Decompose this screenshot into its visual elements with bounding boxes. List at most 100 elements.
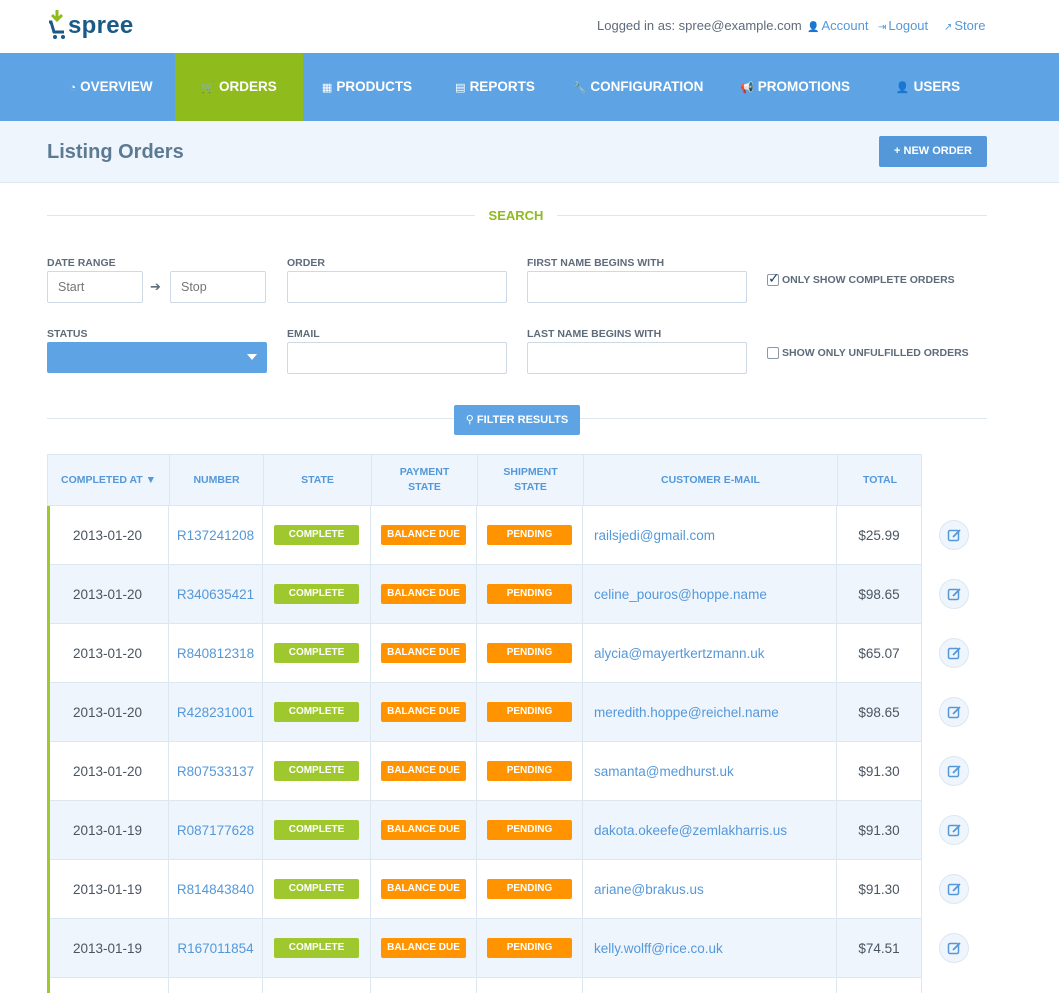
- nav-products[interactable]: ▦ Products: [303, 53, 431, 121]
- date-stop-input[interactable]: [170, 271, 266, 303]
- nav-orders-label: Orders: [218, 79, 277, 94]
- order-number-link[interactable]: R814843840: [177, 882, 254, 897]
- customer-email-link[interactable]: meredith.hoppe@reichel.name: [594, 705, 779, 720]
- shipment-state-badge: Pending: [487, 702, 572, 722]
- customer-email-link[interactable]: railsjedi@gmail.com: [594, 528, 715, 543]
- customer-email-link[interactable]: ariane@brakus.us: [594, 882, 704, 897]
- nav-overview[interactable]: ◔ Overview: [47, 53, 175, 121]
- col-shipment-state[interactable]: Shipment State: [478, 455, 584, 505]
- customer-email-link[interactable]: alycia@mayertkertzmann.uk: [594, 646, 765, 661]
- customer-email-link[interactable]: celine_pouros@hoppe.name: [594, 587, 767, 602]
- account-link-label: Account: [821, 18, 869, 33]
- customer-email-cell: kelly.wolff@rice.co.uk: [583, 919, 837, 977]
- total-value: $91.30: [858, 763, 900, 779]
- shipment-state-badge: Pending: [487, 584, 572, 604]
- col-completed-at[interactable]: Completed At ▼: [48, 455, 170, 505]
- email-input[interactable]: [287, 342, 507, 374]
- shipment-state-cell: Pending: [477, 801, 583, 859]
- customer-email-link[interactable]: dakota.okeefe@zemlakharris.us: [594, 823, 787, 838]
- last-name-input[interactable]: [527, 342, 747, 374]
- nav-promotions-label: Promotions: [757, 79, 850, 94]
- completed-at-value: 2013-01-20: [72, 586, 143, 602]
- only-complete-checkbox[interactable]: ✓: [767, 270, 780, 286]
- order-number-cell: R428231001: [169, 683, 263, 741]
- table-header: Completed At ▼ Number State Payment State…: [47, 454, 922, 506]
- dashboard-icon: ◔: [69, 82, 77, 94]
- total-value: $98.65: [858, 704, 900, 720]
- order-number-link[interactable]: R167011854: [177, 941, 253, 956]
- nav-reports-label: Reports: [469, 79, 535, 94]
- nav-overview-label: Overview: [80, 79, 153, 94]
- new-order-button[interactable]: + New Order: [879, 136, 987, 167]
- status-select[interactable]: [47, 342, 267, 373]
- logout-link[interactable]: ⇥ Logout: [878, 18, 928, 33]
- completed-at-value: 2013-01-19: [72, 822, 143, 838]
- edit-icon: [947, 588, 961, 601]
- only-complete-label: Only Show Complete Orders: [782, 274, 955, 286]
- col-number[interactable]: Number: [170, 455, 264, 505]
- customer-email-cell: [583, 978, 837, 993]
- edit-order-button[interactable]: [939, 697, 969, 727]
- external-link-icon: ↗: [944, 22, 953, 33]
- edit-order-button[interactable]: [939, 874, 969, 904]
- col-total-label: Total: [862, 473, 898, 486]
- only-unfulfilled-checkbox[interactable]: [767, 347, 779, 359]
- completed-at-value: 2013-01-20: [72, 645, 143, 661]
- edit-order-button[interactable]: [939, 579, 969, 609]
- nav-reports[interactable]: ▤ Reports: [431, 53, 559, 121]
- table-row: 2013-01-19 R087177628 Complete Balance Due P…: [47, 801, 922, 860]
- store-link[interactable]: ↗ Store: [944, 18, 985, 33]
- date-start-input[interactable]: [47, 271, 143, 303]
- shipment-state-badge: Pending: [487, 761, 572, 781]
- edit-order-button[interactable]: [939, 520, 969, 550]
- nav-configuration-label: Configuration: [590, 79, 704, 94]
- col-customer-email[interactable]: Customer E-Mail: [584, 455, 838, 505]
- nav-orders[interactable]: 🛒 Orders: [175, 53, 303, 129]
- col-payment-state[interactable]: Payment State: [372, 455, 478, 505]
- edit-order-button[interactable]: [939, 933, 969, 963]
- nav-users[interactable]: 👤 Users: [873, 53, 983, 121]
- order-number-link[interactable]: R840812318: [177, 646, 254, 661]
- grid-icon: ▦: [321, 82, 333, 94]
- spree-logo[interactable]: spree: [48, 8, 138, 44]
- order-input[interactable]: [287, 271, 507, 303]
- order-number-link[interactable]: R340635421: [177, 587, 254, 602]
- completed-at-cell: 2013-01-20: [47, 624, 169, 682]
- shipment-state-cell: Pending: [477, 742, 583, 800]
- order-number-link[interactable]: R807533137: [177, 764, 254, 779]
- edit-order-button[interactable]: [939, 756, 969, 786]
- divider: [580, 418, 987, 419]
- account-link[interactable]: 👤 Account: [807, 18, 868, 33]
- order-number-link[interactable]: R428231001: [177, 705, 254, 720]
- total-cell: $91.30: [837, 801, 921, 859]
- col-number-label: Number: [193, 473, 240, 486]
- shipment-state-cell: Pending: [477, 919, 583, 977]
- customer-email-link[interactable]: kelly.wolff@rice.co.uk: [594, 941, 723, 956]
- first-name-label: First Name Begins With: [527, 257, 665, 269]
- order-number-cell: R814843840: [169, 860, 263, 918]
- order-number-link[interactable]: R137241208: [177, 528, 254, 543]
- completed-at-value: 2013-01-19: [72, 940, 143, 956]
- shipment-state-badge: Pending: [487, 643, 572, 663]
- order-number-cell: R807533137: [169, 742, 263, 800]
- nav-configuration[interactable]: 🔧 Configuration: [559, 53, 717, 121]
- filter-results-button[interactable]: ⚲ Filter Results: [454, 405, 580, 435]
- top-bar: spree Logged in as: spree@example.com 👤 A…: [0, 0, 1059, 53]
- customer-email-link[interactable]: samanta@medhurst.uk: [594, 764, 734, 779]
- edit-order-button[interactable]: [939, 638, 969, 668]
- edit-icon: [947, 824, 961, 837]
- completed-at-value: 2013-01-20: [72, 527, 143, 543]
- table-row: 2013-01-20 R137241208 Complete Balance Due P…: [47, 506, 922, 565]
- edit-order-button[interactable]: [939, 815, 969, 845]
- customer-email-cell: samanta@medhurst.uk: [583, 742, 837, 800]
- col-total[interactable]: Total: [838, 455, 922, 505]
- customer-email-cell: alycia@mayertkertzmann.uk: [583, 624, 837, 682]
- col-state[interactable]: State: [264, 455, 372, 505]
- payment-state-badge: Balance Due: [381, 584, 466, 604]
- nav-promotions[interactable]: 📢 Promotions: [717, 53, 873, 121]
- edit-icon: [947, 529, 961, 542]
- first-name-input[interactable]: [527, 271, 747, 303]
- order-number-link[interactable]: R087177628: [177, 823, 254, 838]
- total-cell: $25.99: [837, 506, 921, 564]
- payment-state-cell: Balance Due: [371, 506, 477, 564]
